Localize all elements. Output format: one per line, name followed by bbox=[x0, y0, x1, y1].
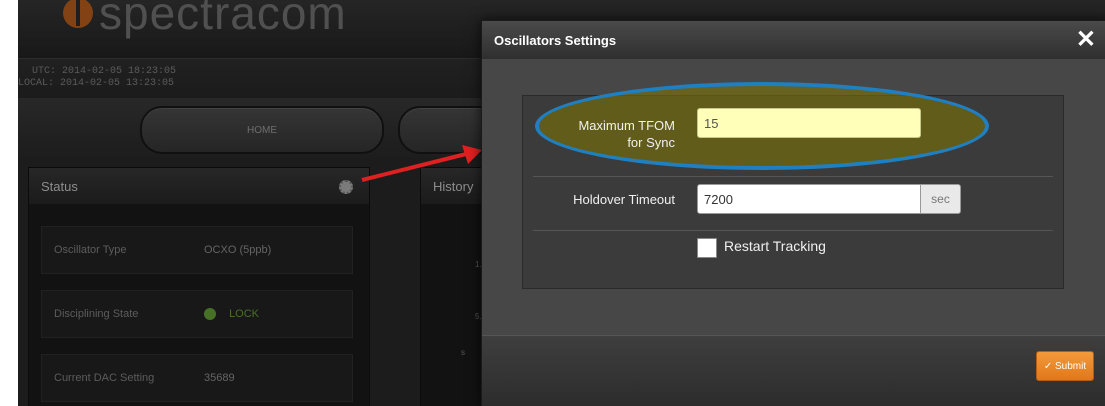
annotation-arrow-icon bbox=[361, 145, 482, 182]
dialog-title-bar: Oscillators Settings ✕ bbox=[482, 21, 1105, 59]
restart-tracking-checkbox[interactable] bbox=[697, 238, 717, 258]
app-window: spectracom UTC: 2014-02-05 18:23:05 LOCA… bbox=[18, 0, 1105, 406]
dialog-body: Maximum TFOM for Sync Holdover Timeout s… bbox=[482, 59, 1105, 335]
close-icon[interactable]: ✕ bbox=[1076, 26, 1096, 54]
dialog-title: Oscillators Settings bbox=[494, 32, 617, 48]
settings-form: Maximum TFOM for Sync Holdover Timeout s… bbox=[522, 82, 1064, 289]
tfom-label-line1: Maximum TFOM bbox=[578, 118, 675, 133]
tfom-row: Maximum TFOM for Sync bbox=[533, 82, 1053, 177]
tfom-label: Maximum TFOM for Sync bbox=[578, 117, 675, 151]
submit-button[interactable]: ✓ Submit bbox=[1036, 351, 1094, 381]
holdover-unit-addon: sec bbox=[921, 184, 961, 214]
restart-tracking-label: Restart Tracking bbox=[724, 238, 826, 254]
oscillator-settings-dialog: Oscillators Settings ✕ Maximum TFOM for … bbox=[481, 20, 1105, 406]
restart-row: Restart Tracking bbox=[533, 230, 1053, 270]
max-tfom-input[interactable] bbox=[697, 108, 921, 138]
tfom-label-line2: for Sync bbox=[627, 135, 675, 150]
holdover-timeout-input[interactable] bbox=[697, 184, 921, 214]
dialog-footer: ✓ Submit bbox=[482, 335, 1105, 406]
holdover-row: Holdover Timeout sec bbox=[533, 176, 1053, 231]
holdover-label: Holdover Timeout bbox=[573, 192, 675, 207]
